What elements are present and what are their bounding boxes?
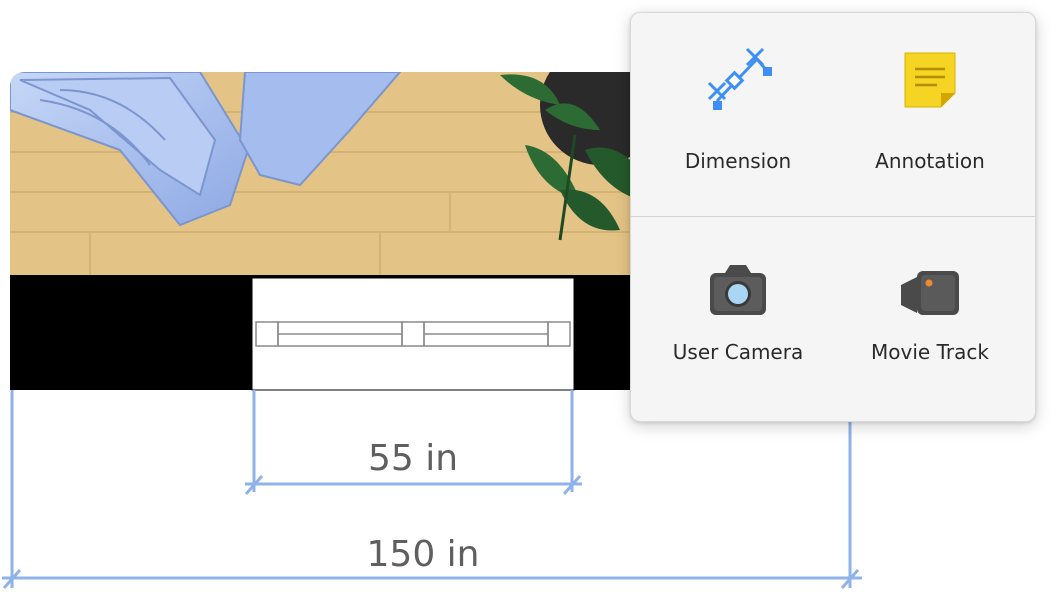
insert-tools-popover: Dimension Annotation User Camera Movie T…: [630, 12, 1036, 422]
camera-icon: [710, 265, 766, 315]
movie-track-tool-label: Movie Track: [871, 340, 989, 364]
user-camera-tool-label: User Camera: [672, 340, 804, 364]
annotation-note-icon: [904, 52, 956, 108]
dimension-label-55[interactable]: 55 in: [368, 438, 458, 479]
movie-track-tool-button[interactable]: Movie Track: [835, 243, 1025, 413]
dimension-tool-label: Dimension: [684, 149, 792, 173]
movie-camera-icon: [901, 271, 959, 315]
popover-divider: [631, 216, 1035, 217]
tv-console-plan[interactable]: [251, 277, 575, 391]
dimension-icon: [707, 47, 772, 110]
dimension-label-150[interactable]: 150 in: [367, 534, 480, 575]
user-camera-tool-button[interactable]: User Camera: [643, 243, 833, 413]
annotation-tool-button[interactable]: Annotation: [835, 33, 1025, 203]
annotation-tool-label: Annotation: [875, 149, 985, 173]
3d-scene-view[interactable]: [10, 45, 660, 275]
dimension-tool-button[interactable]: Dimension: [643, 33, 833, 203]
